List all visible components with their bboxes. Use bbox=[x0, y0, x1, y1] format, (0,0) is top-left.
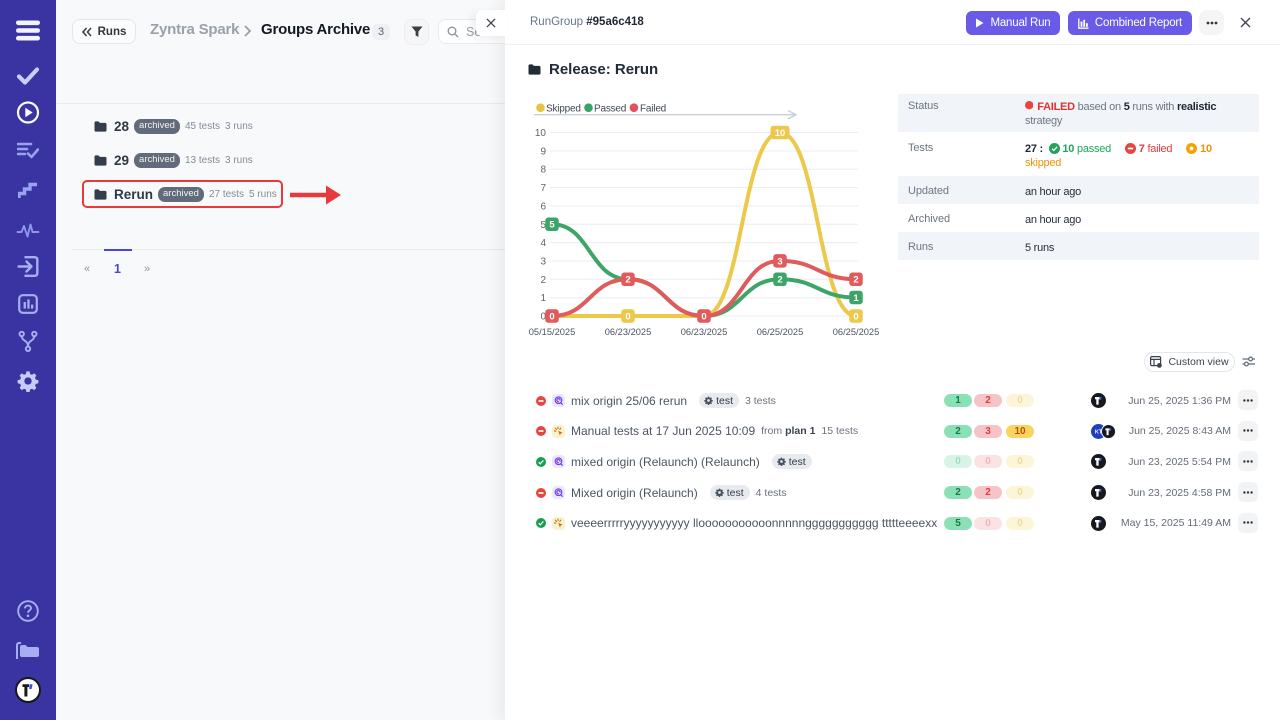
svg-text:06/23/2025: 06/23/2025 bbox=[681, 327, 728, 337]
svg-text:06/25/2025: 06/25/2025 bbox=[833, 327, 880, 337]
svg-text:10: 10 bbox=[535, 128, 547, 139]
svg-text:8: 8 bbox=[540, 165, 546, 176]
svg-text:2: 2 bbox=[540, 275, 546, 286]
svg-text:4: 4 bbox=[540, 238, 546, 249]
svg-text:Skipped: Skipped bbox=[546, 103, 581, 114]
svg-text:1: 1 bbox=[853, 293, 859, 304]
svg-text:0: 0 bbox=[549, 311, 554, 322]
svg-text:1: 1 bbox=[540, 293, 546, 304]
svg-text:Passed: Passed bbox=[594, 103, 626, 114]
svg-text:10: 10 bbox=[775, 128, 786, 139]
svg-text:06/23/2025: 06/23/2025 bbox=[605, 327, 652, 337]
svg-text:06/25/2025: 06/25/2025 bbox=[757, 327, 804, 337]
svg-text:05/15/2025: 05/15/2025 bbox=[529, 327, 576, 337]
svg-text:7: 7 bbox=[540, 183, 546, 194]
svg-text:5: 5 bbox=[549, 220, 555, 231]
svg-text:2: 2 bbox=[777, 275, 782, 286]
svg-text:3: 3 bbox=[540, 257, 546, 268]
svg-text:2: 2 bbox=[625, 275, 630, 286]
svg-text:2: 2 bbox=[853, 275, 858, 286]
svg-text:3: 3 bbox=[777, 256, 782, 267]
svg-text:0: 0 bbox=[625, 311, 630, 322]
svg-text:0: 0 bbox=[701, 311, 706, 322]
svg-text:0: 0 bbox=[853, 311, 858, 322]
svg-text:6: 6 bbox=[540, 201, 546, 212]
svg-text:Failed: Failed bbox=[640, 103, 666, 114]
svg-text:9: 9 bbox=[540, 146, 546, 157]
